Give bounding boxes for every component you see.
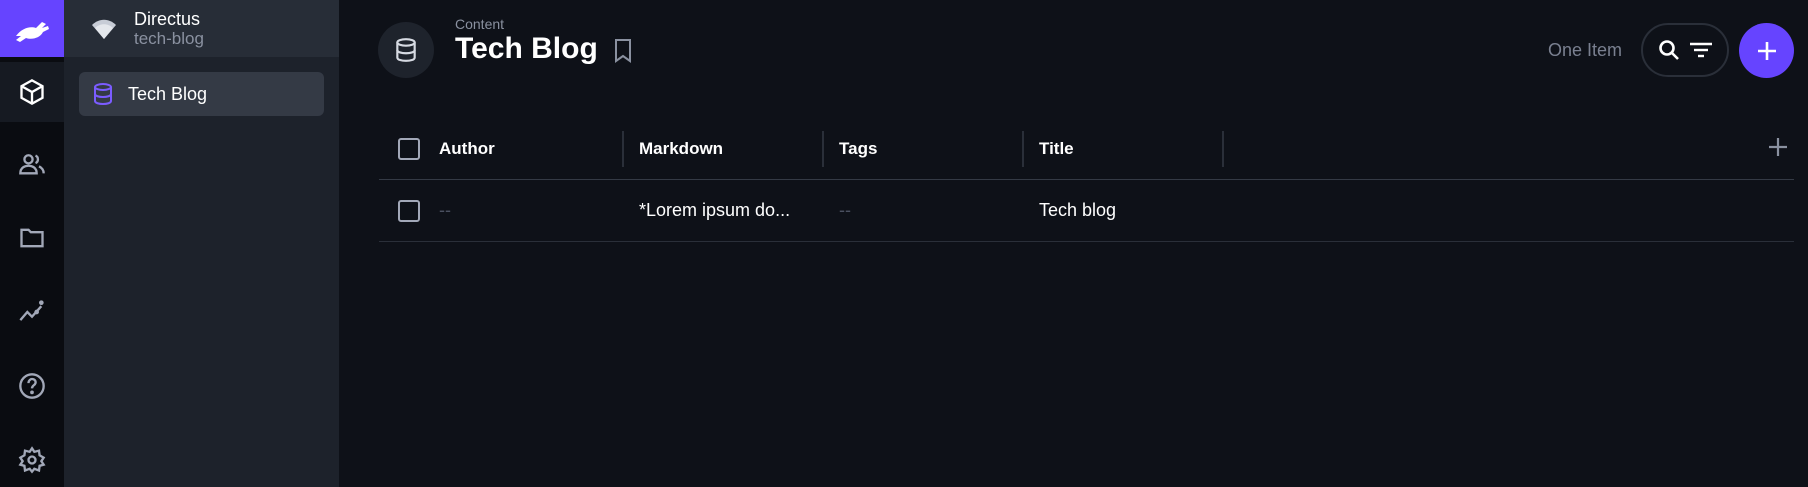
project-subtitle: tech-blog <box>134 28 204 48</box>
module-bar <box>0 0 64 487</box>
column-resize-handle[interactable] <box>1022 131 1024 167</box>
bookmark-icon[interactable] <box>612 38 636 64</box>
people-icon <box>19 154 45 175</box>
search-icon[interactable] <box>1655 36 1683 64</box>
column-resize-handle[interactable] <box>622 131 624 167</box>
row-checkbox[interactable] <box>398 199 420 222</box>
database-icon <box>94 83 112 106</box>
select-all-checkbox[interactable] <box>398 137 420 160</box>
project-name: Directus <box>134 8 201 29</box>
rabbit-logo-icon <box>16 21 49 42</box>
cell-title: Tech blog <box>1039 200 1117 220</box>
insights-icon <box>19 300 44 321</box>
gear-icon <box>18 446 46 474</box>
nav-item-label: Tech Blog <box>128 83 208 104</box>
cell-markdown: *Lorem ipsum do... <box>639 200 791 220</box>
items-table: Author Markdown Tags Title -- *Lorem ips… <box>379 118 1794 242</box>
directus-logo[interactable] <box>0 0 64 57</box>
module-settings-button[interactable] <box>0 430 64 487</box>
breadcrumb[interactable]: Content <box>455 16 504 32</box>
folder-icon <box>20 228 44 248</box>
database-icon <box>396 38 416 62</box>
module-content-button[interactable] <box>0 62 64 122</box>
create-item-button[interactable] <box>1739 23 1794 78</box>
table-row[interactable]: -- *Lorem ipsum do... -- Tech blog <box>379 180 1794 242</box>
column-resize-handle[interactable] <box>822 131 824 167</box>
plus-icon <box>1757 41 1776 60</box>
add-column-icon[interactable] <box>1766 135 1794 163</box>
collection-icon <box>378 22 434 78</box>
table-header: Author Markdown Tags Title <box>379 118 1794 180</box>
column-header-tags[interactable]: Tags <box>839 131 877 167</box>
column-header-author[interactable]: Author <box>439 131 495 167</box>
column-resize-handle[interactable] <box>1222 131 1224 167</box>
item-count: One Item <box>1548 40 1623 60</box>
module-insights-button[interactable] <box>0 282 64 342</box>
module-users-button[interactable] <box>0 134 64 194</box>
help-icon <box>19 373 45 399</box>
column-header-title[interactable]: Title <box>1039 131 1074 167</box>
column-header-markdown[interactable]: Markdown <box>639 131 723 167</box>
module-files-button[interactable] <box>0 208 64 268</box>
page-title: Tech Blog <box>455 32 598 65</box>
app-root: Directus tech-blog Tech Blog Content Tec… <box>0 0 1808 487</box>
cell-author: -- <box>439 200 451 220</box>
module-help-button[interactable] <box>0 356 64 416</box>
wifi-icon <box>84 18 124 40</box>
nav-item-tech-blog[interactable]: Tech Blog <box>79 72 324 116</box>
cube-icon <box>20 78 44 106</box>
navigation-panel: Directus tech-blog Tech Blog <box>64 0 339 487</box>
filter-icon[interactable] <box>1687 36 1715 64</box>
cell-tags: -- <box>839 200 851 220</box>
project-header[interactable]: Directus tech-blog <box>64 0 339 57</box>
search-filter-bar <box>1641 23 1729 77</box>
